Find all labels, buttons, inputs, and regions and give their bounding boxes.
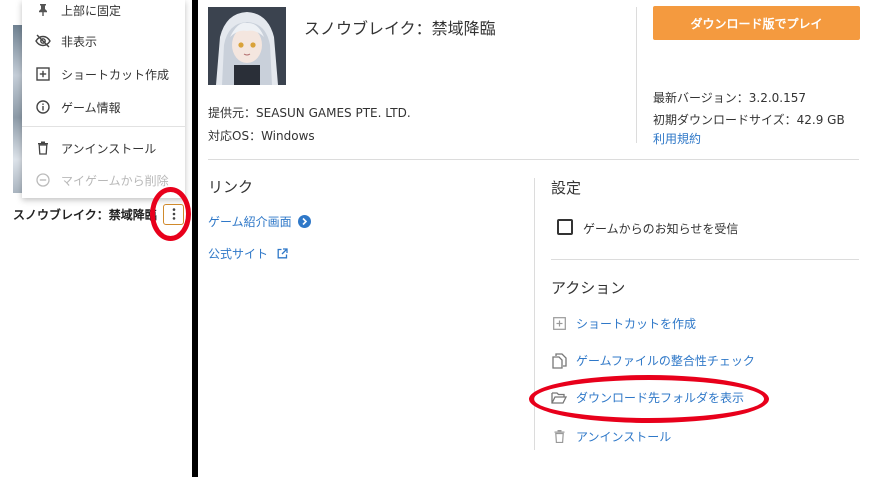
trash-icon (551, 429, 567, 445)
provider-text: 提供元：SEASUN GAMES PTE. LTD. (208, 106, 411, 120)
menu-item-label: マイゲームから削除 (61, 173, 169, 188)
menu-item-uninstall[interactable]: アンインストール (22, 134, 185, 162)
left-pane: 上部に固定 非表示 ショートカット作成 ゲーム情報 アンインストール マイゲーム… (0, 0, 192, 477)
external-link-icon (277, 248, 288, 259)
settings-divider (551, 259, 859, 260)
supported-os-text: 対応OS：Windows (208, 129, 315, 143)
game-intro-link[interactable]: ゲーム紹介画面 (208, 213, 311, 230)
menu-item-pin-to-top[interactable]: 上部に固定 (22, 0, 185, 24)
minus-circle-icon (35, 172, 51, 188)
menu-item-label: 非表示 (61, 34, 98, 49)
arrow-circle-right-icon (297, 215, 311, 228)
action-label: ショートカットを作成 (576, 317, 697, 331)
menu-item-create-shortcut[interactable]: ショートカット作成 (22, 60, 185, 88)
pin-icon (35, 2, 51, 18)
context-menu: 上部に固定 非表示 ショートカット作成 ゲーム情報 アンインストール マイゲーム… (22, 0, 185, 198)
official-site-link[interactable]: 公式サイト (208, 245, 288, 262)
official-site-link-label: 公式サイト (208, 247, 269, 261)
sidebar-game-name[interactable]: スノウブレイク：禁域降臨 (13, 206, 157, 223)
annotation-circle-more-button (150, 187, 191, 241)
download-size-text: 初期ダウンロードサイズ：42.9 GB (653, 113, 845, 127)
latest-version-text: 最新バージョン：3.2.0.157 (653, 91, 807, 105)
menu-item-label: ショートカット作成 (61, 67, 170, 82)
menu-item-label: 上部に固定 (61, 3, 122, 18)
menu-item-label: アンインストール (61, 141, 157, 156)
notification-checkbox-label[interactable]: ゲームからのお知らせを受信 (583, 220, 738, 237)
game-detail-panel: スノウブレイク：禁域降臨 提供元：SEASUN GAMES PTE. LTD. … (198, 0, 869, 477)
settings-section-title: 設定 (551, 179, 582, 197)
menu-item-label: ゲーム情報 (61, 100, 121, 115)
actions-section-title: アクション (551, 279, 626, 297)
vertical-divider (636, 7, 637, 143)
annotation-circle-download-folder (529, 375, 769, 423)
notification-checkbox[interactable] (557, 219, 573, 235)
links-section-title: リンク (208, 178, 254, 196)
info-icon (35, 99, 51, 115)
copy-files-icon (551, 352, 567, 369)
horizontal-divider (208, 159, 859, 160)
menu-item-game-info[interactable]: ゲーム情報 (22, 93, 185, 121)
play-download-button[interactable]: ダウンロード版でプレイ (653, 6, 860, 40)
game-title: スノウブレイク：禁域降臨 (304, 19, 496, 38)
menu-item-hide[interactable]: 非表示 (22, 27, 185, 55)
column-divider (534, 178, 535, 450)
action-uninstall[interactable]: アンインストール (551, 428, 671, 445)
action-label: ゲームファイルの整合性チェック (576, 354, 755, 368)
menu-separator (22, 126, 185, 127)
plus-square-icon (35, 66, 51, 82)
plus-square-icon (551, 316, 567, 332)
action-label: アンインストール (576, 430, 672, 444)
game-intro-link-label: ゲーム紹介画面 (208, 215, 292, 229)
trash-icon (35, 140, 51, 156)
action-verify-files[interactable]: ゲームファイルの整合性チェック (551, 352, 755, 369)
eye-off-icon (35, 33, 51, 49)
action-create-shortcut[interactable]: ショートカットを作成 (551, 315, 696, 332)
terms-link[interactable]: 利用規約 (653, 130, 701, 147)
game-cover-image (208, 7, 286, 85)
